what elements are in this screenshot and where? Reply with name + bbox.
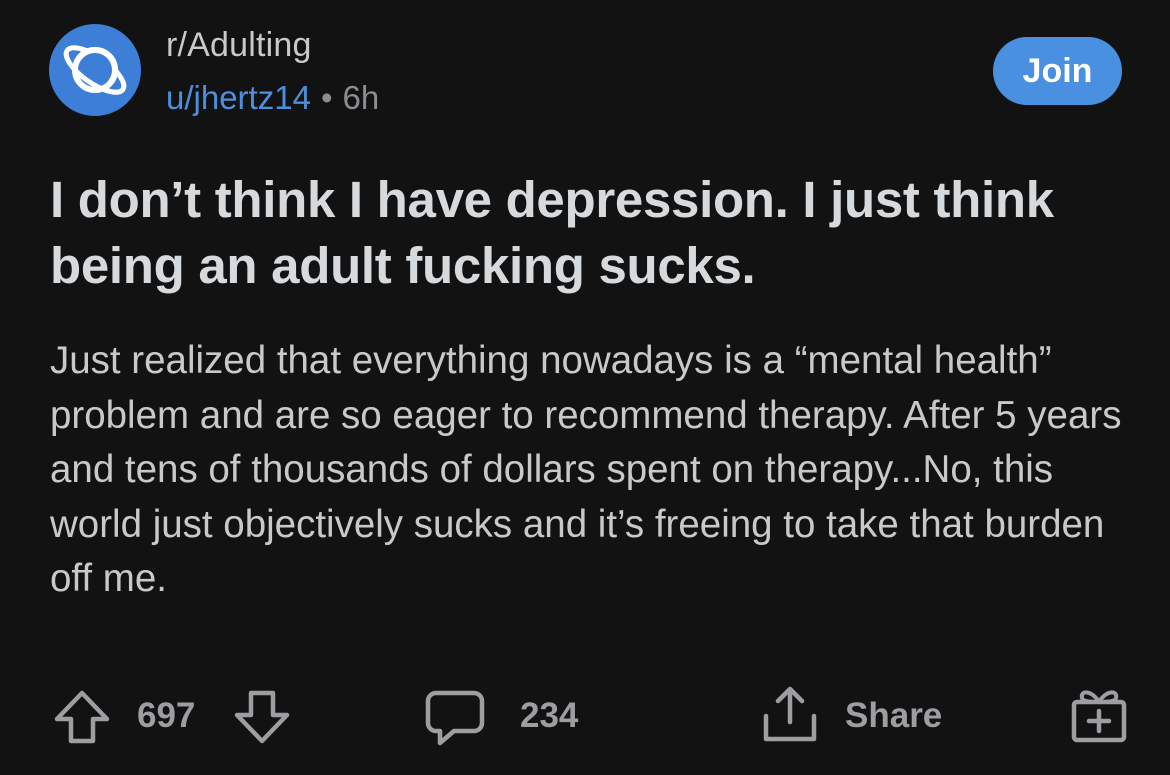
comment-icon[interactable] (424, 688, 486, 748)
post-card: r/Adulting u/jhertz14 • 6h Join I don’t th… (0, 0, 1170, 775)
meta-separator: • (320, 79, 333, 116)
post-age: 6h (342, 79, 380, 116)
subreddit-avatar[interactable] (49, 24, 141, 116)
post-meta: u/jhertz14 • 6h (166, 79, 379, 117)
comment-count[interactable]: 234 (520, 696, 578, 736)
join-button[interactable]: Join (993, 37, 1122, 105)
share-icon[interactable] (760, 684, 820, 746)
award-gift-icon[interactable] (1068, 684, 1130, 746)
subreddit-name[interactable]: r/Adulting (166, 26, 312, 65)
upvote-icon[interactable] (52, 688, 112, 746)
planet-icon (63, 45, 127, 95)
action-bar: 697 234 Share (0, 680, 1170, 752)
post-body[interactable]: Just realized that everything nowadays i… (50, 334, 1140, 607)
author-link[interactable]: u/jhertz14 (166, 79, 311, 116)
post-title[interactable]: I don’t think I have depression. I just … (50, 167, 1110, 299)
downvote-icon[interactable] (232, 688, 292, 746)
share-label[interactable]: Share (845, 696, 942, 736)
vote-score: 697 (137, 696, 196, 735)
